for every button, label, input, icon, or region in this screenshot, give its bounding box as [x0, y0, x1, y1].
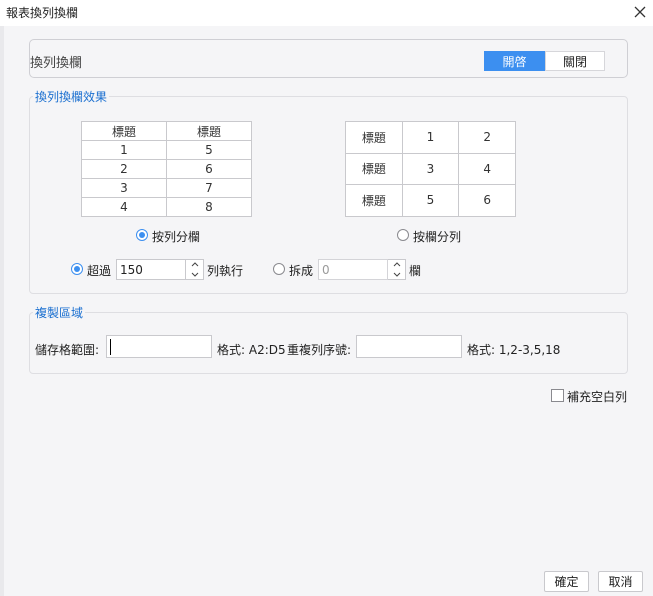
by-col-preview-table: 標題 1 2 標題 3 4 標題 5 6	[345, 121, 516, 217]
range-input[interactable]	[106, 335, 212, 358]
effect-group-title: 換列換欄效果	[33, 88, 110, 105]
exceed-rows-stepper[interactable]	[186, 259, 204, 280]
exceed-suffix-label: 列執行	[207, 264, 244, 278]
table-cell: 5	[166, 140, 252, 160]
toggle-off-button[interactable]: 關閉	[545, 51, 605, 71]
split-label: 拆成	[289, 264, 314, 278]
table-cell: 5	[401, 184, 460, 217]
range-format-hint: 格式: A2:D5	[217, 343, 286, 357]
ok-button[interactable]: 確定	[544, 571, 589, 592]
fill-blank-label: 補充空白列	[567, 390, 628, 404]
cancel-button[interactable]: 取消	[598, 571, 643, 592]
table-cell: 7	[166, 178, 252, 198]
table-cell: 1	[401, 121, 460, 154]
repeat-rows-input[interactable]	[356, 335, 462, 358]
split-cols-stepper[interactable]	[388, 259, 406, 280]
split-cols-input[interactable]: 0	[318, 259, 388, 280]
copy-group-title: 複製區域	[33, 304, 86, 321]
repeat-format-hint: 格式: 1,2-3,5,18	[467, 343, 561, 357]
table-cell: 6	[458, 184, 516, 217]
split-radio[interactable]	[273, 263, 285, 275]
text-caret	[110, 339, 111, 355]
chevron-down-icon	[191, 272, 198, 277]
stepper-down-button[interactable]	[186, 270, 203, 280]
chevron-down-icon	[393, 272, 400, 277]
close-button[interactable]	[629, 2, 651, 22]
close-icon	[634, 6, 646, 18]
toggle-on-button[interactable]: 開啓	[484, 51, 545, 71]
chevron-up-icon	[393, 262, 400, 267]
table-cell: 2	[458, 121, 516, 154]
chevron-up-icon	[191, 262, 198, 267]
by-row-radio-label: 按列分欄	[152, 230, 201, 244]
stepper-down-button[interactable]	[388, 270, 405, 280]
table-cell: 標題	[345, 121, 403, 154]
exceed-label: 超過	[87, 264, 112, 278]
table-cell: 1	[81, 140, 167, 160]
table-cell: 3	[81, 178, 167, 198]
toggle-label: 換列換欄	[30, 56, 83, 71]
by-col-radio[interactable]	[397, 229, 409, 241]
range-label: 儲存格範圍:	[35, 343, 100, 357]
table-cell: 6	[166, 159, 252, 179]
repeat-rows-label: 重複列序號:	[287, 343, 352, 357]
left-edge	[0, 26, 4, 596]
table-cell: 標題	[345, 152, 403, 185]
stepper-up-button[interactable]	[186, 260, 203, 270]
table-header-cell: 標題	[166, 121, 252, 141]
exceed-radio[interactable]	[71, 263, 83, 275]
split-suffix-label: 欄	[409, 264, 422, 278]
exceed-rows-input[interactable]: 150	[116, 259, 186, 280]
by-row-preview-table: 標題 標題 1 5 2 6 3 7 4 8	[81, 121, 252, 217]
table-cell: 3	[401, 152, 460, 185]
fill-blank-checkbox[interactable]	[551, 389, 564, 402]
table-cell: 2	[81, 159, 167, 179]
by-col-radio-label: 按欄分列	[413, 230, 462, 244]
stepper-up-button[interactable]	[388, 260, 405, 270]
table-cell: 4	[458, 152, 516, 185]
table-cell: 標題	[345, 184, 403, 217]
table-cell: 4	[81, 197, 167, 217]
table-cell: 8	[166, 197, 252, 217]
window-title: 報表換列換欄	[6, 6, 79, 20]
table-header-cell: 標題	[81, 121, 167, 141]
by-row-radio[interactable]	[136, 229, 148, 241]
title-bar	[0, 0, 653, 26]
